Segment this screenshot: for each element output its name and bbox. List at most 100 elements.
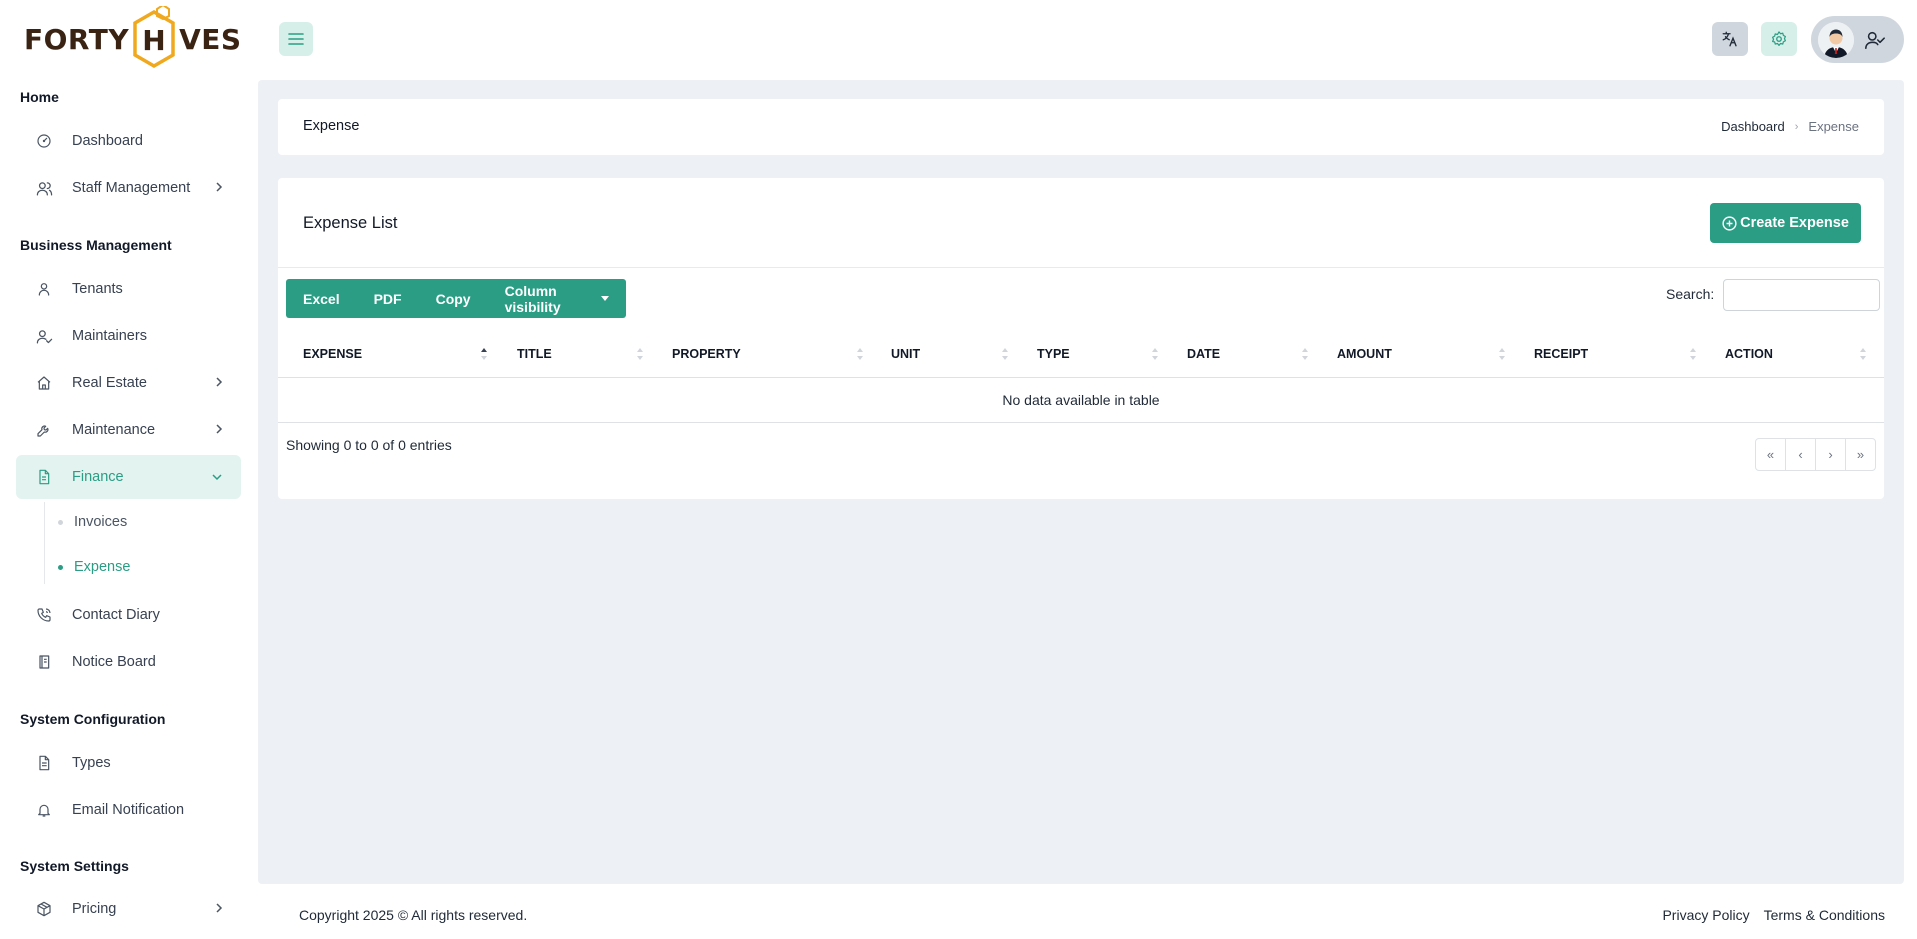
column-header-action[interactable]: ACTION [1725,330,1773,378]
pagination-next-button[interactable]: › [1816,439,1846,470]
empty-message: No data available in table [1002,392,1160,408]
sidebar-item-pricing[interactable]: Pricing [16,887,241,931]
document-icon [34,753,54,773]
sidebar-item-notice-board[interactable]: Notice Board [16,640,241,684]
chevron-down-icon [211,470,223,484]
brand-logo[interactable]: FORTY H VES [24,4,241,74]
page-header-card: Expense Dashboard › Expense [278,99,1884,155]
settings-button[interactable] [1761,22,1797,56]
column-header-title[interactable]: TITLE [517,330,552,378]
sidebar-item-dashboard[interactable]: Dashboard [16,119,241,163]
logo-text-right: VES [179,22,242,56]
sidebar-subitem-invoices[interactable]: Invoices [58,514,127,530]
terms-conditions-link[interactable]: Terms & Conditions [1764,907,1885,923]
sidebar-subitem-expense[interactable]: Expense [58,559,130,575]
column-header-expense[interactable]: EXPENSE [303,330,362,378]
phone-icon [34,605,54,625]
logo-hexagon-icon: H [132,6,176,72]
column-header-unit[interactable]: UNIT [891,330,920,378]
breadcrumb-link-dashboard[interactable]: Dashboard [1721,119,1785,134]
column-header-label: PROPERTY [672,347,741,361]
section-title-home: Home [20,89,59,105]
search-input[interactable] [1723,279,1880,311]
sort-icon [1002,348,1008,360]
sidebar-item-label: Email Notification [72,802,185,818]
create-expense-button[interactable]: Create Expense [1710,203,1861,243]
column-header-amount[interactable]: AMOUNT [1337,330,1392,378]
card-divider [278,267,1884,268]
hamburger-icon [288,33,304,45]
sort-icon [1302,348,1308,360]
table-header-row: EXPENSE TITLE PROPERTY UNIT TYPE DATE AM… [278,330,1884,378]
gear-icon [1772,31,1786,46]
home-icon [34,373,54,393]
sidebar-item-label: Tenants [72,281,123,297]
chevron-right-icon [215,423,223,438]
sidebar-item-finance[interactable]: Finance [16,455,241,499]
sidebar-item-maintainers[interactable]: Maintainers [16,314,241,358]
section-title-business-management: Business Management [20,237,172,253]
pagination: « ‹ › » [1755,438,1876,471]
section-title-system-configuration: System Configuration [20,711,166,727]
column-header-label: UNIT [891,347,921,361]
profile-menu[interactable] [1811,16,1904,63]
sort-ascending-icon [481,348,487,360]
footer-copyright: Copyright 2025 © All rights reserved. [299,907,528,923]
pagination-last-button[interactable]: » [1846,439,1875,470]
chevron-right-icon: › [1794,120,1799,133]
table-info: Showing 0 to 0 of 0 entries [286,437,452,453]
bell-icon [34,800,54,820]
pagination-previous-button[interactable]: ‹ [1786,439,1816,470]
sidebar-item-label: Real Estate [72,375,147,391]
sidebar-item-maintenance[interactable]: Maintenance [16,408,241,452]
expense-list-card: Expense List Create Expense Excel PDF Co… [278,178,1884,499]
sidebar-item-label: Maintenance [72,422,156,438]
user-check-icon [1864,29,1886,51]
svg-text:H: H [142,24,165,57]
excel-export-button[interactable]: Excel [286,279,357,318]
column-header-date[interactable]: DATE [1187,330,1220,378]
sidebar-subitem-label: Expense [74,559,131,575]
pagination-first-button[interactable]: « [1756,439,1786,470]
pdf-export-button[interactable]: PDF [357,279,419,318]
logo-text-left: FORTY [24,22,130,56]
breadcrumb-current: Expense [1808,119,1859,134]
expense-list-title: Expense List [303,214,398,232]
translate-button[interactable] [1712,22,1748,56]
sidebar-subitem-label: Invoices [74,514,128,530]
chevron-right-icon [215,376,223,391]
section-title-system-settings: System Settings [20,858,129,874]
privacy-policy-link[interactable]: Privacy Policy [1662,907,1749,923]
create-expense-label: Create Expense [1740,215,1849,231]
sidebar-item-label: Finance [72,469,124,485]
sidebar-item-contact-diary[interactable]: Contact Diary [16,593,241,637]
gauge-icon [34,131,54,151]
submenu-guide-line [44,502,45,584]
wrench-icon [34,420,54,440]
user-check-icon [34,326,54,346]
user-icon [34,279,54,299]
sidebar: Home Dashboard Staff Management Business… [0,80,258,939]
sort-icon [857,348,863,360]
plus-circle-icon [1722,215,1737,231]
sidebar-item-label: Maintainers [72,328,147,344]
sidebar-item-staff-management[interactable]: Staff Management [16,166,241,210]
chevron-right-icon [215,181,223,196]
sidebar-item-email-notification[interactable]: Email Notification [16,788,241,832]
copy-button[interactable]: Copy [419,279,488,318]
notebook-icon [34,652,54,672]
caret-down-icon [601,296,609,301]
column-header-property[interactable]: PROPERTY [672,330,741,378]
column-header-label: TITLE [517,347,552,361]
sidebar-item-tenants[interactable]: Tenants [16,267,241,311]
footer-links: Privacy Policy Terms & Conditions [1662,907,1885,923]
column-header-receipt[interactable]: RECEIPT [1534,330,1588,378]
bullet-dot-icon [58,564,63,570]
column-visibility-button[interactable]: Column visibility [488,279,626,318]
sidebar-item-real-estate[interactable]: Real Estate [16,361,241,405]
sidebar-item-label: Staff Management [72,180,191,196]
export-button-group: Excel PDF Copy Column visibility [286,279,626,318]
sidebar-item-types[interactable]: Types [16,741,241,785]
column-header-type[interactable]: TYPE [1037,330,1070,378]
menu-toggle-button[interactable] [279,22,313,56]
